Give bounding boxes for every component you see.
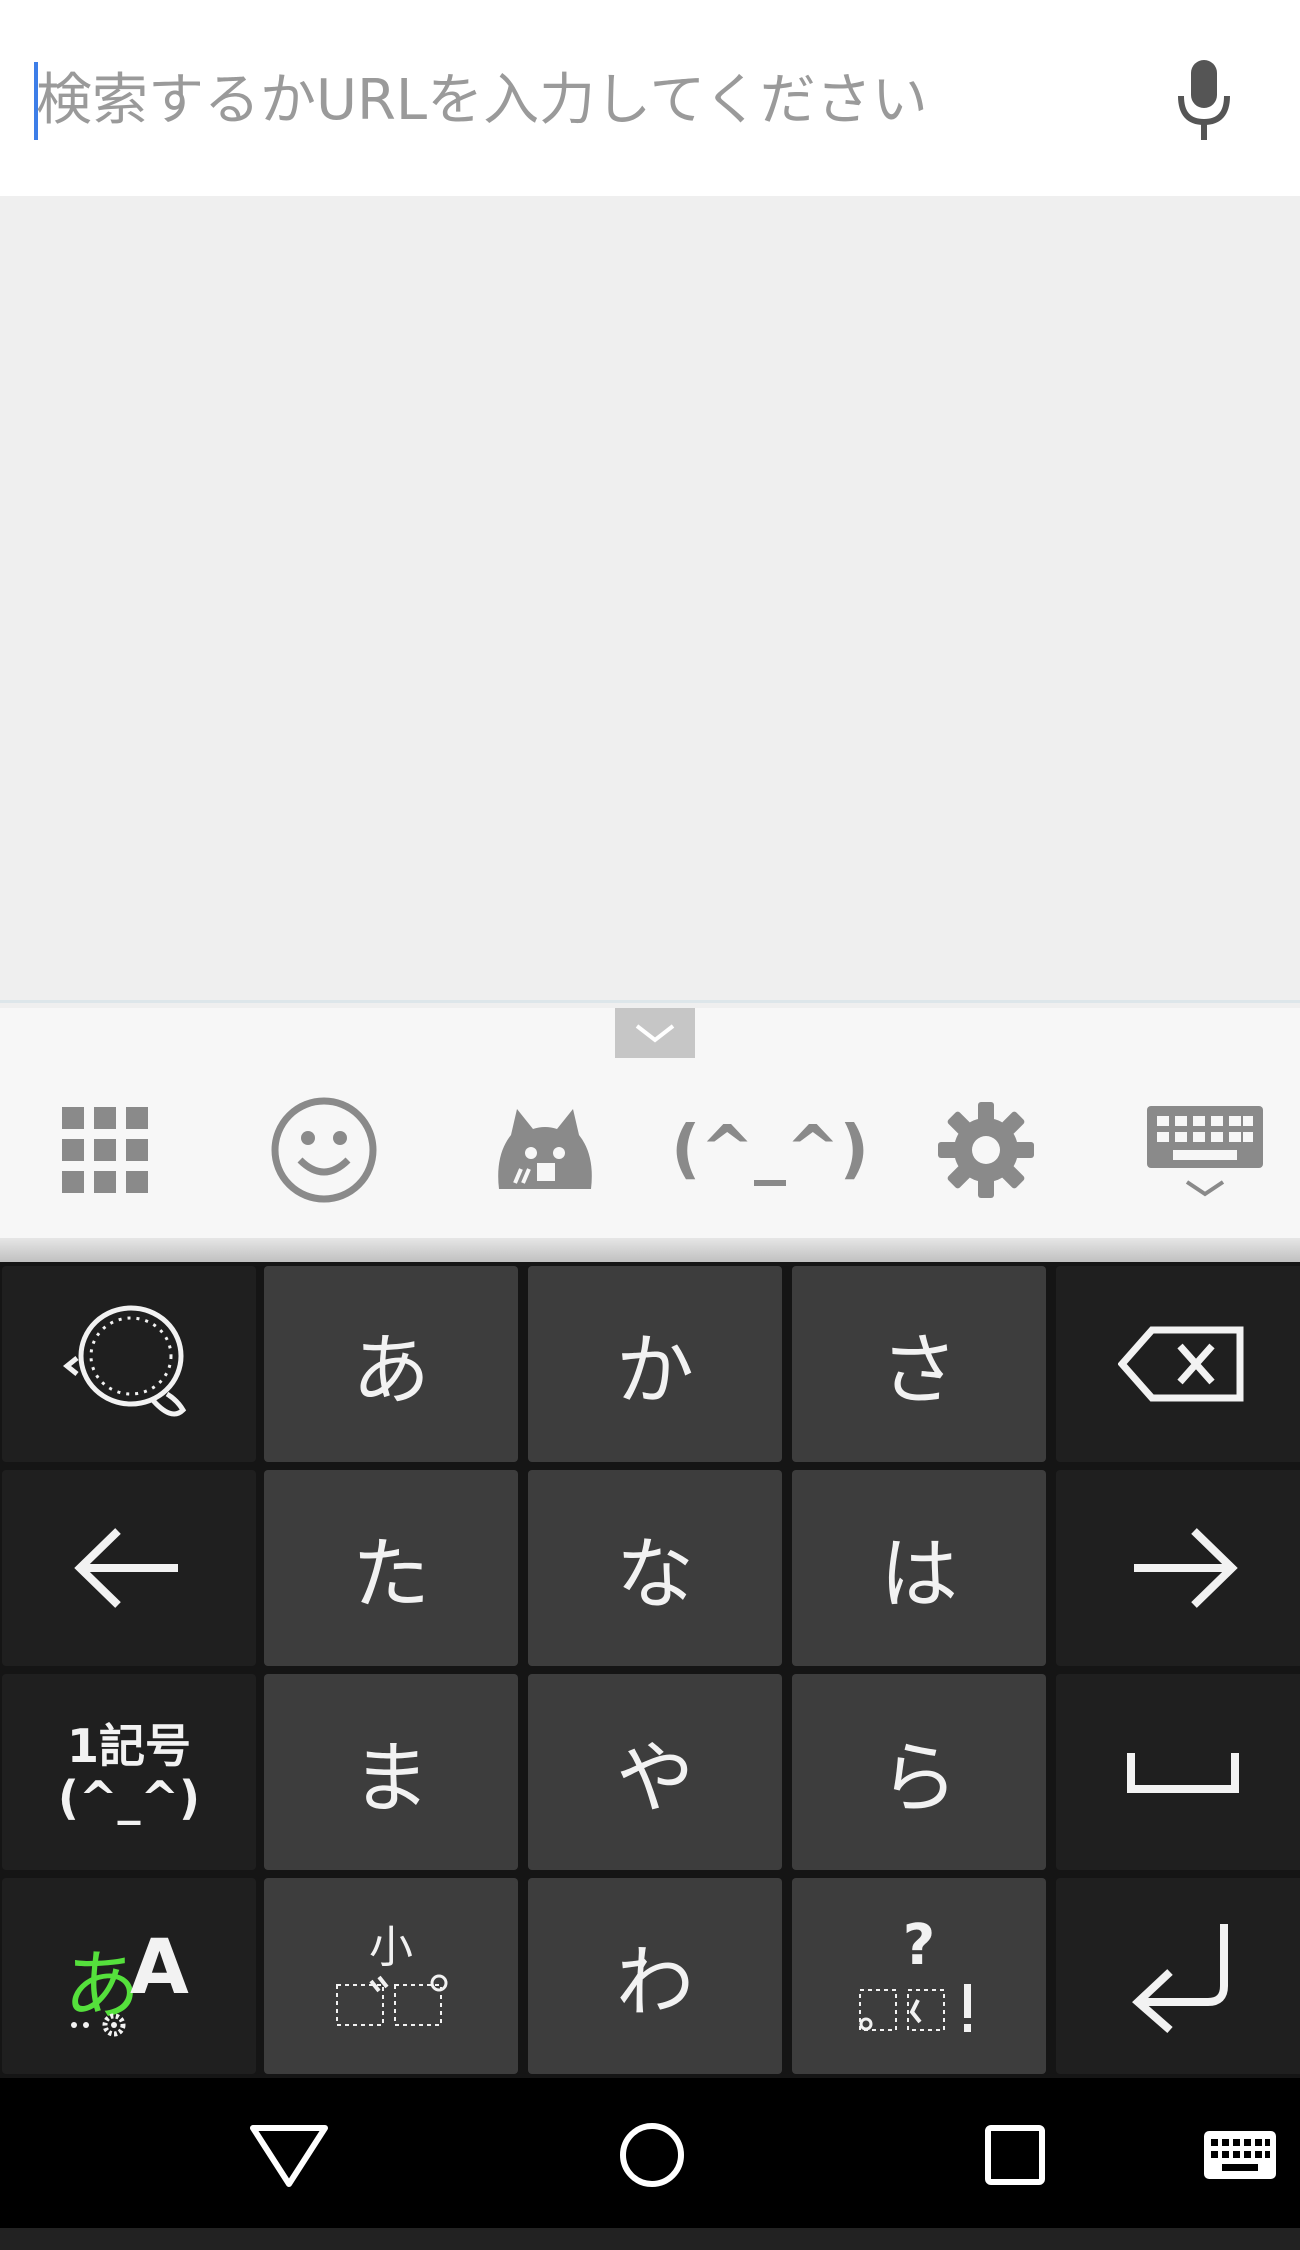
emoji-smiley-icon[interactable] [268, 1097, 380, 1203]
back-icon[interactable] [244, 2110, 334, 2200]
kaomoji-tab[interactable]: (^_^) [671, 1098, 869, 1202]
microphone-icon[interactable] [1168, 56, 1240, 146]
input-mode-key[interactable]: あ A [2, 1878, 256, 2074]
enter-icon [1132, 1924, 1228, 2034]
home-icon[interactable] [607, 2110, 697, 2200]
symbol-key-label: 1記号 (^_^) [57, 1719, 201, 1825]
space-key[interactable] [1056, 1674, 1300, 1870]
key-ta[interactable]: た [264, 1470, 518, 1666]
space-icon [1127, 1753, 1239, 1793]
mode-settings-gear-icon [71, 2013, 126, 2037]
backspace-icon [1118, 1326, 1244, 1402]
key-ya[interactable]: や [528, 1674, 782, 1870]
hide-keyboard-icon[interactable] [1140, 1098, 1270, 1202]
backspace-key[interactable] [1056, 1266, 1300, 1462]
dakuten-handakuten-icon [336, 1974, 448, 2026]
key-ra[interactable]: ら [792, 1674, 1046, 1870]
search-input[interactable]: 検索するかURLを入力してください [36, 62, 928, 140]
enter-key[interactable] [1056, 1878, 1300, 2074]
keyboard-switch-icon[interactable] [1190, 2110, 1290, 2200]
apps-grid-icon[interactable] [54, 1098, 156, 1202]
symbol-key[interactable]: 1記号 (^_^) [2, 1674, 256, 1870]
punctuation-icon [859, 1984, 971, 2032]
voice-bubble-icon [62, 1305, 187, 1417]
punctuation-key[interactable]: ? [792, 1878, 1046, 2074]
arrow-left-icon [74, 1528, 178, 1608]
chevron-down-icon[interactable] [615, 1008, 695, 1058]
voice-input-key[interactable] [2, 1266, 256, 1462]
key-ha[interactable]: は [792, 1470, 1046, 1666]
key-sa[interactable]: さ [792, 1266, 1046, 1462]
recents-icon[interactable] [970, 2110, 1060, 2200]
key-ka[interactable]: か [528, 1266, 782, 1462]
key-wa[interactable]: わ [528, 1878, 782, 2074]
key-ma[interactable]: ま [264, 1674, 518, 1870]
key-a[interactable]: あ [264, 1266, 518, 1462]
small-dakuten-key[interactable]: 小 [264, 1878, 518, 2074]
cat-face-icon[interactable] [490, 1098, 600, 1202]
page-content-area [0, 196, 1300, 1002]
small-key-label: 小 [369, 1922, 413, 1973]
settings-gear-icon[interactable] [934, 1098, 1038, 1202]
mode-latin: A [130, 1922, 189, 2011]
content-divider [0, 1000, 1300, 1003]
kaomoji-label: (^_^) [671, 1113, 869, 1187]
key-na[interactable]: な [528, 1470, 782, 1666]
input-mode-label: あ A [64, 1916, 194, 2037]
toolbar-shadow [0, 1238, 1300, 1264]
arrow-right-icon [1134, 1528, 1238, 1608]
cursor-right-key[interactable] [1056, 1470, 1300, 1666]
question-mark-label: ? [902, 1913, 936, 1978]
cursor-left-key[interactable] [2, 1470, 256, 1666]
bottom-edge [0, 2228, 1300, 2250]
search-bar: 検索するかURLを入力してください [0, 0, 1300, 196]
